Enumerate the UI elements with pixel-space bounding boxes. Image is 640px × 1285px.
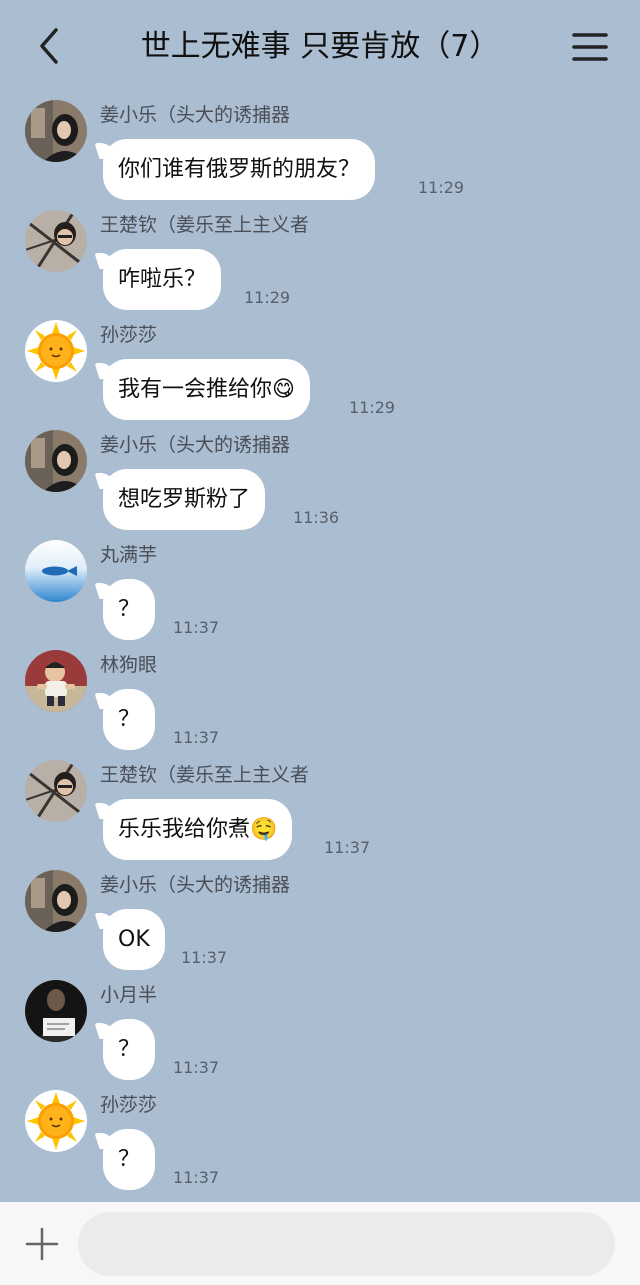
sender-name: 孙莎莎: [100, 324, 158, 346]
input-bar: [0, 1202, 640, 1285]
message-bubble[interactable]: 你们谁有俄罗斯的朋友？: [103, 139, 376, 200]
chat-message: 王楚钦（姜乐至上主义者 咋啦乐？ 11:29: [0, 210, 640, 320]
sender-name: 姜小乐（头大的诱捕器: [100, 874, 291, 896]
sender-name: 丸满芋: [100, 544, 158, 566]
sender-name: 小月半: [100, 984, 158, 1006]
chat-message: 孙莎莎 我有一会推给你😋 11:29: [0, 320, 640, 430]
menu-button[interactable]: [570, 30, 610, 64]
message-bubble[interactable]: OK: [103, 909, 165, 970]
chat-message: 姜小乐（头大的诱捕器 OK 11:37: [0, 870, 640, 980]
chat-title: 世上无难事 只要肯放（7）: [140, 29, 500, 64]
back-button[interactable]: [30, 26, 70, 66]
sender-name: 姜小乐（头大的诱捕器: [100, 434, 291, 456]
message-bubble[interactable]: ？: [103, 689, 156, 750]
sender-name: 王楚钦（姜乐至上主义者: [100, 764, 310, 786]
sender-name: 王楚钦（姜乐至上主义者: [100, 214, 310, 236]
message-input[interactable]: [78, 1212, 615, 1276]
message-time: 11:29: [349, 398, 396, 417]
chat-message: 姜小乐（头大的诱捕器 你们谁有俄罗斯的朋友？ 11:29: [0, 100, 640, 210]
avatar[interactable]: [25, 1090, 87, 1152]
message-time: 11:37: [173, 1058, 220, 1077]
chat-message: 王楚钦（姜乐至上主义者 乐乐我给你煮🤤 11:37: [0, 760, 640, 870]
add-attachment-button[interactable]: [23, 1225, 61, 1263]
message-bubble[interactable]: ？: [103, 1129, 156, 1190]
message-time: 11:37: [173, 1168, 220, 1187]
chevron-left-icon: [40, 28, 58, 64]
message-time: 11:37: [173, 618, 220, 637]
chat-message: 姜小乐（头大的诱捕器 想吃罗斯粉了 11:36: [0, 430, 640, 540]
avatar[interactable]: [25, 540, 87, 602]
avatar[interactable]: [25, 760, 87, 822]
avatar[interactable]: [25, 650, 87, 712]
message-time: 11:37: [173, 728, 220, 747]
chat-message: 林狗眼 ？ 11:37: [0, 650, 640, 760]
avatar[interactable]: [25, 320, 87, 382]
avatar[interactable]: [25, 430, 87, 492]
chat-message: 孙莎莎 ？ 11:37: [0, 1090, 640, 1200]
message-time: 11:37: [324, 838, 371, 857]
message-bubble[interactable]: ？: [103, 579, 156, 640]
avatar[interactable]: [25, 980, 87, 1042]
message-time: 11:29: [244, 288, 291, 307]
avatar[interactable]: [25, 210, 87, 272]
message-bubble[interactable]: 想吃罗斯粉了: [103, 469, 266, 530]
sender-name: 林狗眼: [100, 654, 158, 676]
message-time: 11:37: [181, 948, 228, 967]
message-bubble[interactable]: 我有一会推给你😋: [103, 359, 310, 420]
message-bubble[interactable]: ？: [103, 1019, 156, 1080]
chat-header: 世上无难事 只要肯放（7）: [0, 0, 640, 95]
menu-icon: [572, 33, 608, 61]
chat-message: 丸满芋 ？ 11:37: [0, 540, 640, 650]
sender-name: 姜小乐（头大的诱捕器: [100, 104, 291, 126]
plus-icon: [25, 1227, 59, 1261]
message-time: 11:29: [418, 178, 465, 197]
sender-name: 孙莎莎: [100, 1094, 158, 1116]
message-bubble[interactable]: 咋啦乐？: [103, 249, 222, 310]
message-bubble[interactable]: 乐乐我给你煮🤤: [103, 799, 293, 860]
message-time: 11:36: [293, 508, 340, 527]
avatar[interactable]: [25, 100, 87, 162]
chat-message: 小月半 ？ 11:37: [0, 980, 640, 1090]
avatar[interactable]: [25, 870, 87, 932]
